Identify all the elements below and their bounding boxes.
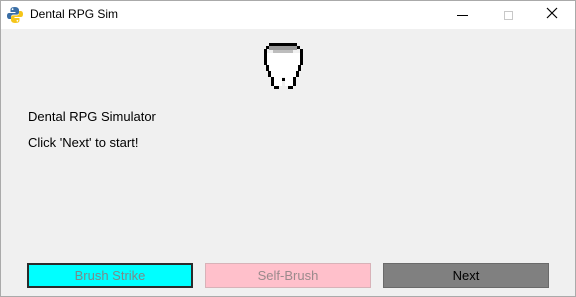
- brush-strike-button[interactable]: Brush Strike: [27, 263, 193, 288]
- window-title: Dental RPG Sim: [30, 7, 119, 21]
- next-button[interactable]: Next: [383, 263, 549, 288]
- close-icon: [546, 6, 558, 24]
- game-title-label: Dental RPG Simulator: [28, 109, 156, 124]
- start-prompt-label: Click 'Next' to start!: [28, 135, 139, 150]
- title-bar[interactable]: Dental RPG Sim: [1, 1, 575, 29]
- minimize-icon: [456, 14, 468, 16]
- tooth-icon: [263, 41, 305, 93]
- maximize-icon: [503, 10, 513, 20]
- app-window: Dental RPG Sim Dental RPG Simulator Clic…: [0, 0, 576, 297]
- client-area: Dental RPG Simulator Click 'Next' to sta…: [1, 29, 575, 296]
- python-icon: [6, 6, 24, 24]
- close-button[interactable]: [529, 1, 575, 29]
- maximize-button[interactable]: [485, 1, 531, 29]
- minimize-button[interactable]: [439, 1, 485, 29]
- self-brush-button[interactable]: Self-Brush: [205, 263, 371, 288]
